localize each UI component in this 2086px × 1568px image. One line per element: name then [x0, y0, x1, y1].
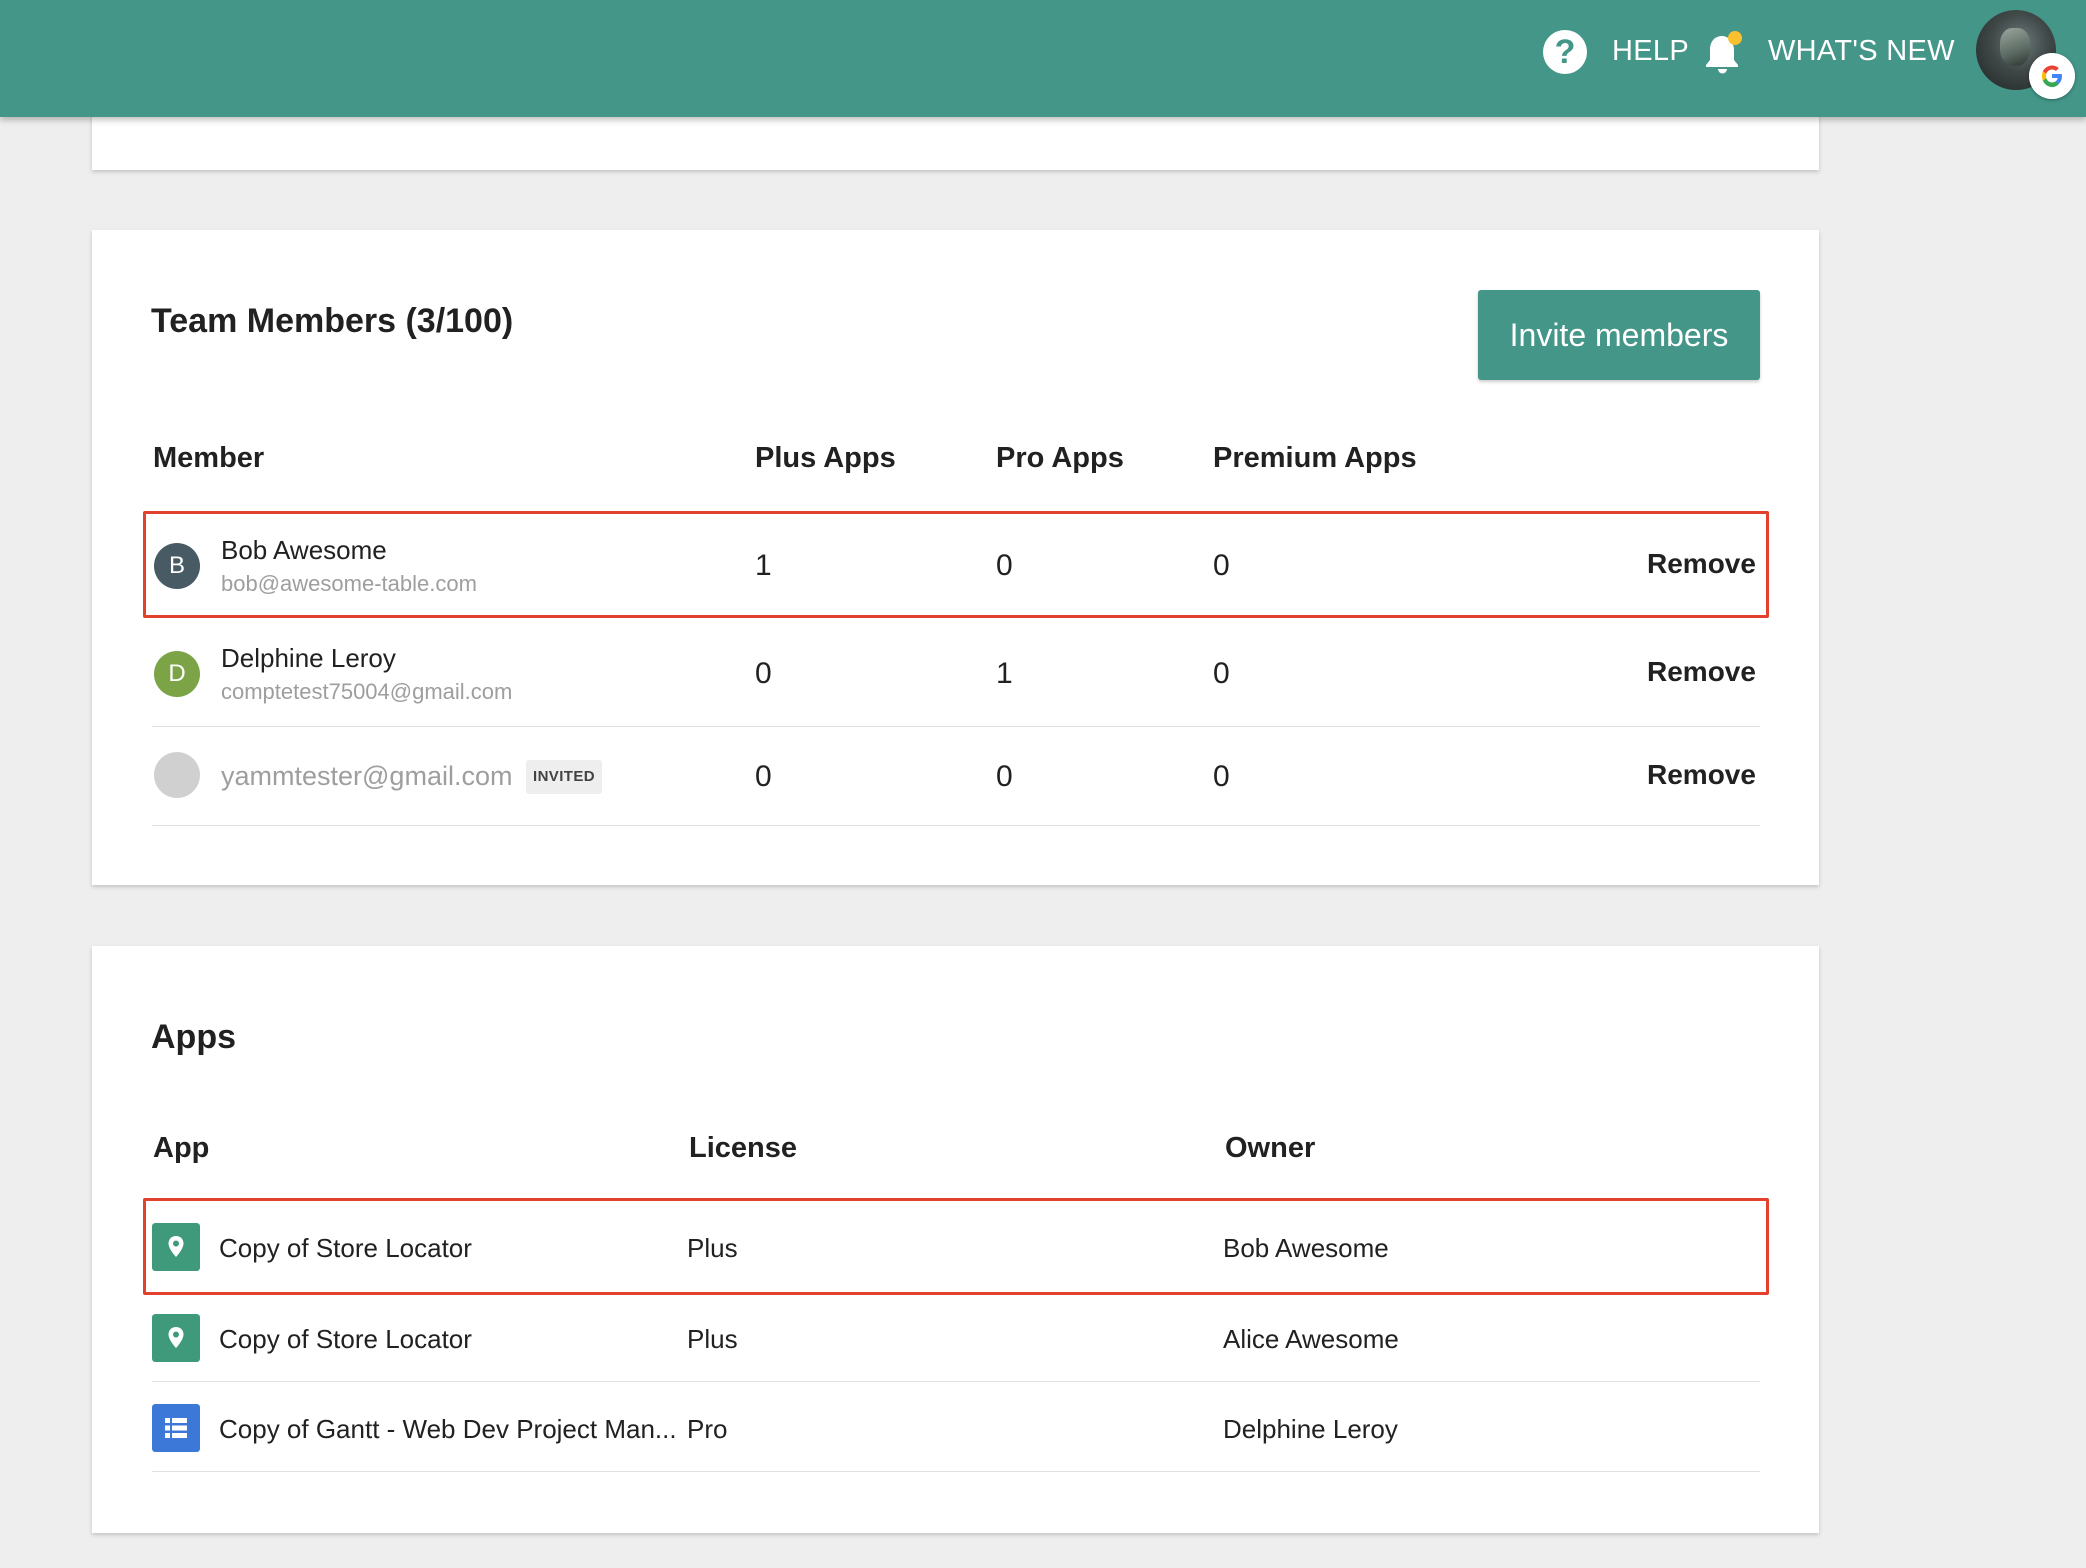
app-owner: Bob Awesome: [1223, 1233, 1389, 1263]
premium-apps-count: 0: [1213, 549, 1230, 582]
avatar: D: [154, 651, 200, 697]
app-license: Plus: [687, 1233, 738, 1263]
map-pin-icon: [152, 1314, 200, 1362]
column-header-pro-apps: Pro Apps: [996, 442, 1124, 474]
list-icon: [152, 1404, 200, 1452]
remove-member-button[interactable]: Remove: [1647, 656, 1756, 688]
app-name[interactable]: Copy of Store Locator: [219, 1324, 472, 1355]
row-divider: [152, 1381, 1760, 1382]
map-pin-icon: [152, 1223, 200, 1271]
premium-apps-count: 0: [1213, 760, 1230, 793]
help-link[interactable]: HELP: [1612, 35, 1689, 68]
invite-members-button[interactable]: Invite members: [1478, 290, 1760, 380]
column-header-license: License: [689, 1132, 797, 1164]
column-header-member: Member: [153, 442, 265, 474]
invited-badge: INVITED: [526, 760, 602, 794]
top-app-bar: ? HELP WHAT'S NEW: [0, 0, 2086, 117]
app-owner: Delphine Leroy: [1223, 1414, 1398, 1444]
notification-dot: [1728, 31, 1742, 45]
premium-apps-count: 0: [1213, 657, 1230, 690]
app-license: Plus: [687, 1324, 738, 1354]
team-members-title: Team Members (3/100): [151, 302, 514, 340]
member-name: Delphine Leroy: [221, 643, 396, 673]
column-header-plus-apps: Plus Apps: [755, 442, 896, 474]
remove-member-button[interactable]: Remove: [1647, 759, 1756, 791]
app-owner: Alice Awesome: [1223, 1324, 1399, 1354]
avatar: B: [154, 543, 200, 589]
plus-apps-count: 0: [755, 657, 772, 690]
row-divider: [152, 825, 1760, 826]
column-header-owner: Owner: [1225, 1132, 1316, 1164]
notification-bell-icon[interactable]: [1701, 30, 1747, 78]
apps-card: Apps App License Owner Copy of Store Loc…: [92, 946, 1819, 1533]
avatar: [154, 752, 200, 798]
help-icon[interactable]: ?: [1543, 30, 1587, 74]
pro-apps-count: 0: [996, 549, 1013, 582]
app-name[interactable]: Copy of Store Locator: [219, 1233, 472, 1264]
row-divider: [152, 726, 1760, 727]
highlight-box: [143, 511, 1769, 618]
row-divider: [152, 1471, 1760, 1472]
column-header-app: App: [153, 1132, 210, 1164]
google-g-icon: [2029, 53, 2075, 99]
member-email: bob@awesome-table.com: [221, 571, 477, 596]
member-email: comptetest75004@gmail.com: [221, 679, 513, 704]
member-name: Bob Awesome: [221, 535, 387, 565]
user-avatar-photo: [2000, 28, 2030, 66]
pro-apps-count: 1: [996, 657, 1013, 690]
remove-member-button[interactable]: Remove: [1647, 548, 1756, 580]
plus-apps-count: 0: [755, 760, 772, 793]
plus-apps-count: 1: [755, 549, 772, 582]
team-members-card: Team Members (3/100) Invite members Memb…: [92, 230, 1819, 885]
app-name[interactable]: Copy of Gantt - Web Dev Project Man...: [219, 1414, 677, 1445]
pro-apps-count: 0: [996, 760, 1013, 793]
invited-member-email: yammtester@gmail.com: [221, 761, 513, 791]
apps-title: Apps: [151, 1018, 236, 1056]
app-license: Pro: [687, 1414, 728, 1444]
column-header-premium-apps: Premium Apps: [1213, 442, 1417, 474]
whats-new-link[interactable]: WHAT'S NEW: [1768, 35, 1955, 68]
